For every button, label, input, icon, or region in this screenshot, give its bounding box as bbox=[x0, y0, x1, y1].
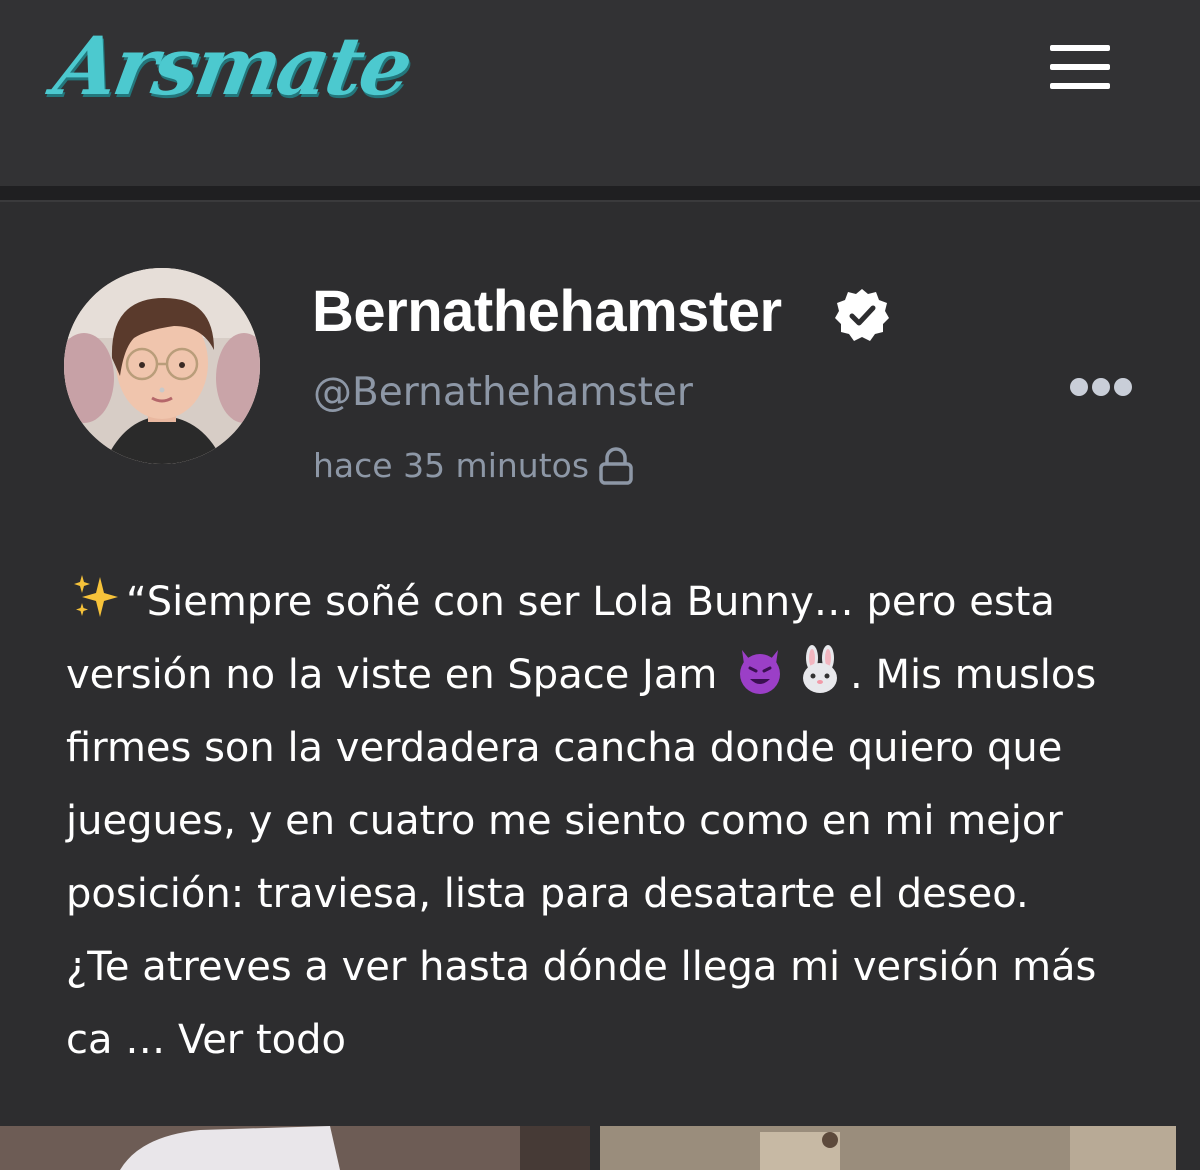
post-time: hace 35 minutos bbox=[313, 446, 590, 485]
post-line-7: ca … bbox=[66, 1017, 166, 1063]
post-body: “Siempre soñé con ser Lola Bunny… pero e… bbox=[66, 566, 1146, 1077]
post-card: Bernathehamster @Bernathehamster hace 35… bbox=[0, 202, 1200, 1170]
author-handle[interactable]: @Bernathehamster bbox=[313, 370, 693, 415]
post-line-1: “Siempre soñé con ser Lola Bunny… pero e… bbox=[126, 579, 1055, 625]
section-divider bbox=[0, 186, 1200, 202]
lock-icon bbox=[599, 447, 633, 485]
post-line-2b: . Mis muslos bbox=[850, 652, 1097, 698]
hamburger-menu-icon[interactable] bbox=[1046, 42, 1114, 94]
media-thumbnail[interactable] bbox=[600, 1126, 1176, 1170]
more-options-icon[interactable] bbox=[1068, 374, 1136, 400]
post-line-6: ¿Te atreves a ver hasta dónde llega mi v… bbox=[66, 944, 1097, 990]
media-thumbnail[interactable] bbox=[0, 1126, 590, 1170]
see-all-link[interactable]: Ver todo bbox=[178, 1017, 346, 1063]
author-name[interactable]: Bernathehamster bbox=[312, 278, 782, 345]
rabbit-emoji bbox=[803, 645, 838, 693]
top-bar: Arsmate bbox=[0, 0, 1200, 186]
app-logo[interactable]: Arsmate bbox=[45, 6, 419, 126]
sparkles-emoji bbox=[74, 575, 118, 617]
post-line-3: firmes son la verdadera cancha donde qui… bbox=[66, 725, 1063, 771]
verified-badge-icon bbox=[835, 289, 889, 341]
app-page: Arsmate Bernathehamster @Bernathehamster… bbox=[0, 0, 1200, 1170]
post-line-4: juegues, y en cuatro me siento como en m… bbox=[66, 798, 1063, 844]
post-line-2a: versión no la viste en Space Jam bbox=[66, 652, 718, 698]
smiling-devil-emoji bbox=[740, 650, 781, 694]
post-line-5: posición: traviesa, lista para desatarte… bbox=[66, 871, 1029, 917]
avatar[interactable] bbox=[64, 268, 260, 464]
